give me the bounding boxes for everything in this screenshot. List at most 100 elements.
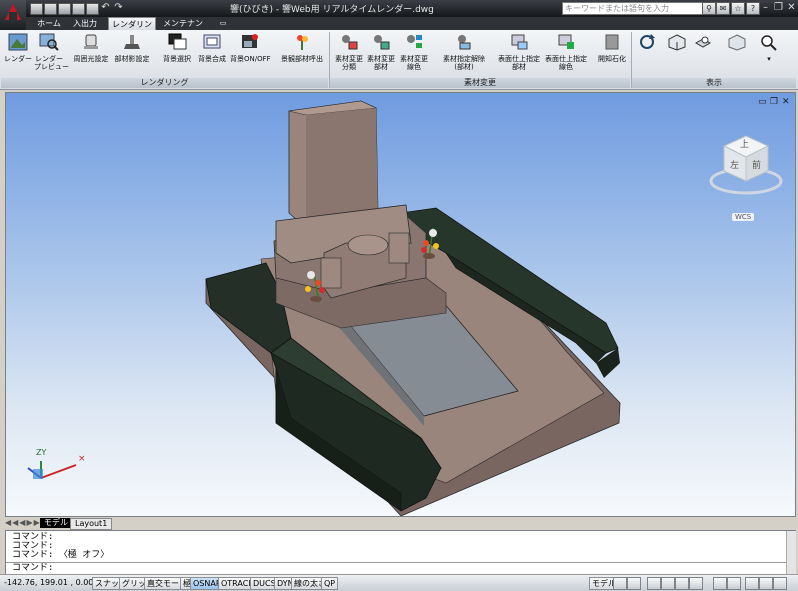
command-prompt[interactable]: コマンド:: [12, 564, 53, 573]
lock-icon[interactable]: [759, 577, 773, 590]
render-button[interactable]: レンダー: [4, 33, 32, 63]
regen-button[interactable]: [636, 33, 658, 55]
tab-io[interactable]: 入出力: [68, 17, 102, 30]
search-input[interactable]: キーワードまたは語句を入力: [562, 2, 704, 15]
redo-icon[interactable]: ↷: [112, 2, 125, 14]
workspace-icon[interactable]: [745, 577, 759, 590]
stone-icon: [605, 34, 619, 50]
communication-icon[interactable]: ✉: [716, 2, 730, 15]
render-preview-button[interactable]: レンダー プレビュー: [34, 33, 69, 71]
surface-part-icon: [511, 34, 528, 50]
search-icon[interactable]: ⚲: [702, 2, 716, 15]
tab-rendering[interactable]: レンダリング: [108, 17, 156, 42]
viewcube[interactable]: 上 左 前 WCS: [706, 131, 786, 226]
material-linecolor-icon: [407, 35, 422, 48]
qp-toggle[interactable]: QP: [321, 577, 339, 590]
plot-icon[interactable]: [72, 3, 85, 15]
undo-icon[interactable]: ↶: [99, 2, 112, 14]
stone-button[interactable]: 開知石化: [595, 33, 629, 63]
tab-maintenance[interactable]: メンテナンス: [160, 17, 206, 41]
drawing-viewport[interactable]: ZY × ▭ ❐ ✕ 上 左 前 WCS: [5, 92, 796, 517]
ribbon-minimize-icon[interactable]: ▭: [218, 17, 228, 30]
restore-icon[interactable]: ❐: [772, 2, 785, 14]
render-preview-icon: [39, 33, 59, 51]
wcs-menu[interactable]: WCS: [732, 213, 755, 221]
save-icon[interactable]: [58, 3, 71, 15]
layout-tab-bar: ◀◀◀▶▶ モデル Layout1: [0, 517, 798, 530]
panel-label-material: 素材変更: [330, 78, 630, 88]
layout-icon[interactable]: [613, 577, 627, 590]
viewport-restore-icon[interactable]: ❐: [770, 97, 778, 107]
viewport-close-icon[interactable]: ✕: [782, 97, 790, 107]
teapot-render-icon: [8, 33, 28, 51]
viewport-icon[interactable]: [627, 577, 641, 590]
material-part-icon: [374, 35, 390, 50]
view-hide-button[interactable]: [692, 33, 714, 55]
ribbon-tab-bar: ホーム 入出力 レンダリング メンテナンス ▭: [26, 17, 798, 42]
print-preview-icon[interactable]: [86, 3, 99, 15]
svg-text:ZY: ZY: [36, 448, 46, 457]
favorites-icon[interactable]: ☆: [731, 2, 745, 15]
panel-label-display: 表示: [632, 78, 796, 88]
annotation-scale-icon[interactable]: [713, 577, 727, 590]
viewport-minimize-icon[interactable]: ▭: [758, 97, 767, 107]
background-select-icon: [168, 33, 187, 50]
viewcube-top-label[interactable]: 上: [740, 137, 749, 150]
zoom-dropdown-icon[interactable]: ▾: [758, 55, 780, 63]
material-part-button[interactable]: 素材変更 部材: [365, 33, 397, 71]
open-file-icon[interactable]: [44, 3, 57, 15]
viewcube-front-label[interactable]: 前: [752, 158, 761, 171]
shadow-button[interactable]: 部材影設定: [113, 33, 151, 63]
orbit-icon[interactable]: [675, 577, 689, 590]
svg-text:×: ×: [78, 454, 86, 464]
background-select-button[interactable]: 背景選択: [160, 33, 194, 63]
viewcube-left-label[interactable]: 左: [730, 158, 739, 171]
panel-label-rendering: レンダリング: [1, 78, 328, 88]
zoom-status-icon[interactable]: [661, 577, 675, 590]
minimize-icon[interactable]: –: [759, 2, 772, 14]
status-bar: -142.76, 199.01 , 0.00 スナップ グリッド 直交モード 極…: [0, 574, 798, 591]
material-category-button[interactable]: 素材変更 分類: [333, 33, 365, 71]
surface-linecolor-button[interactable]: 表面仕上指定 線色: [542, 33, 590, 71]
command-scrollbar[interactable]: [786, 531, 796, 575]
tab-model[interactable]: モデル: [40, 518, 72, 528]
clean-screen-icon[interactable]: [773, 577, 787, 590]
background-toggle-icon: [242, 34, 258, 48]
material-category-icon: [342, 35, 358, 50]
landscape-part-icon: [297, 35, 308, 50]
ambient-light-icon: [84, 34, 98, 49]
cube-view-icon: [728, 34, 746, 51]
iso-view-icon: [668, 34, 686, 51]
application-menu-button[interactable]: [0, 0, 26, 30]
layout-nav-arrows-icon[interactable]: ◀◀◀▶▶: [5, 518, 41, 527]
view-cube-button[interactable]: [726, 33, 748, 55]
coordinate-readout: -142.76, 199.01 , 0.00: [4, 578, 94, 587]
surface-part-button[interactable]: 表面仕上指定 部材: [496, 33, 542, 71]
tab-home[interactable]: ホーム: [32, 17, 66, 30]
annotation-visibility-icon[interactable]: [727, 577, 741, 590]
showmotion-icon[interactable]: [689, 577, 703, 590]
ucs-icon: ZY ×: [27, 448, 86, 479]
zoom-button[interactable]: ▾: [758, 33, 780, 63]
material-linecolor-button[interactable]: 素材変更 線色: [398, 33, 430, 71]
command-window[interactable]: コマンド: コマンド: コマンド: 〈極 オフ〉 コマンド:: [5, 530, 796, 576]
new-file-icon[interactable]: [30, 3, 43, 15]
hide-view-icon: [694, 36, 712, 48]
background-compose-button[interactable]: 背景合成: [195, 33, 229, 63]
title-bar: ↶ ↷ 響(ひびき) - 響Web用 リアルタイムレンダー.dwg キーワードま…: [0, 0, 798, 17]
material-clear-button[interactable]: 素材指定解除 (部材): [440, 33, 488, 71]
ambient-light-button[interactable]: 周囲光設定: [72, 33, 110, 63]
ribbon: レンダー レンダー プレビュー 周囲光設定 部材影設定 背景選択 背景合成 背景…: [0, 30, 798, 90]
grave-model-3d: ZY ×: [27, 100, 621, 516]
close-icon[interactable]: ✕: [785, 2, 798, 14]
pan-icon[interactable]: [647, 577, 661, 590]
material-clear-icon: [458, 35, 471, 50]
tab-layout1[interactable]: Layout1: [70, 518, 113, 530]
view-iso-button[interactable]: [666, 33, 688, 55]
landscape-part-button[interactable]: 景観部材呼出: [280, 33, 324, 63]
surface-linecolor-icon: [558, 34, 574, 49]
background-toggle-button[interactable]: 背景ON/OFF: [230, 33, 271, 63]
shadow-icon: [124, 35, 140, 49]
help-icon[interactable]: ?: [746, 2, 760, 15]
zoom-icon: [761, 35, 777, 51]
